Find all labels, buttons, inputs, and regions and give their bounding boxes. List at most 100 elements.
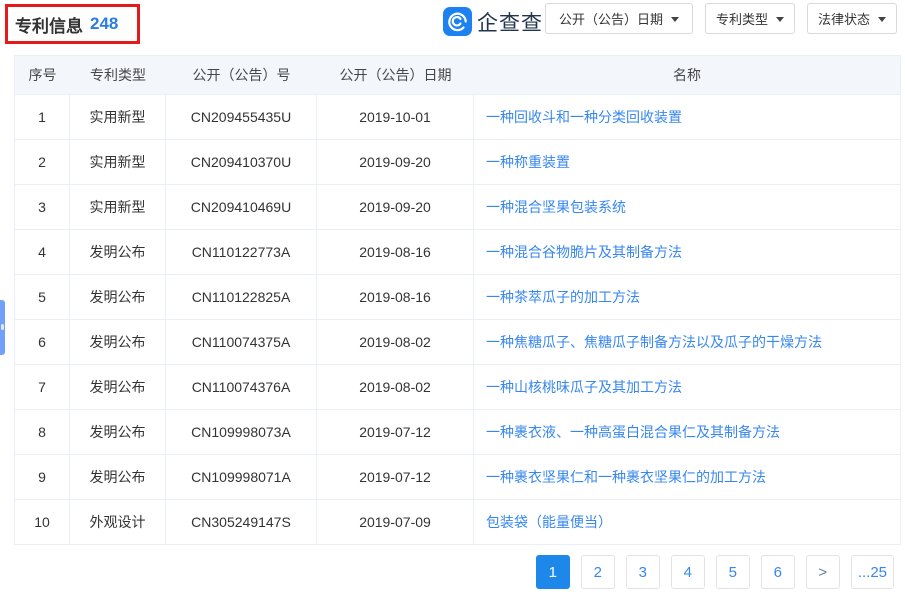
patent-type-cell: 实用新型 [70,185,166,229]
pub-date-cell: 2019-10-01 [317,95,474,139]
patent-type-cell: 发明公布 [70,410,166,454]
table-row: 3 实用新型 CN209410469U 2019-09-20 一种混合坚果包装系… [15,185,900,230]
patent-name-cell: 一种焦糖瓜子、焦糖瓜子制备方法以及瓜子的干燥方法 [474,320,900,364]
patent-type-cell: 实用新型 [70,140,166,184]
chevron-down-icon [776,17,784,22]
patent-type-cell: 发明公布 [70,365,166,409]
table-body: 1 实用新型 CN209455435U 2019-10-01 一种回收斗和一种分… [15,95,900,544]
patent-name-link[interactable]: 一种裹衣坚果仁和一种裹衣坚果仁的加工方法 [486,467,766,487]
row-index-cell: 5 [15,275,70,319]
pub-date-cell: 2019-07-09 [317,500,474,544]
page-button[interactable]: 1 [536,555,570,589]
patent-name-cell: 包装袋（能量便当） [474,500,900,544]
row-index-cell: 1 [15,95,70,139]
chevron-down-icon [878,17,886,22]
patent-type-cell: 发明公布 [70,455,166,499]
table-row: 10 外观设计 CN305249147S 2019-07-09 包装袋（能量便当… [15,500,900,544]
table-row: 7 发明公布 CN110074376A 2019-08-02 一种山核桃味瓜子及… [15,365,900,410]
patent-table: 序号 专利类型 公开（公告）号 公开（公告）日期 名称 1 实用新型 CN209… [14,55,901,545]
filter-button-pub-date[interactable]: 公开（公告）日期 [545,3,693,34]
row-index-cell: 4 [15,230,70,274]
patent-name-link[interactable]: 一种焦糖瓜子、焦糖瓜子制备方法以及瓜子的干燥方法 [486,332,822,352]
side-panel-handle[interactable] [0,300,5,355]
column-header-patent-type: 专利类型 [70,65,166,85]
row-index-cell: 2 [15,140,70,184]
patent-name-cell: 一种混合谷物脆片及其制备方法 [474,230,900,274]
patent-count-badge: 248 [90,14,118,34]
page-button[interactable]: 5 [716,555,750,589]
page-title: 专利信息 [15,12,83,37]
filter-button-legal-status[interactable]: 法律状态 [807,3,897,34]
patent-name-cell: 一种茶萃瓜子的加工方法 [474,275,900,319]
chevron-down-icon [671,17,679,22]
patent-name-cell: 一种回收斗和一种分类回收装置 [474,95,900,139]
patent-name-link[interactable]: 一种混合坚果包装系统 [486,197,626,217]
page-button[interactable]: 2 [581,555,615,589]
row-index-cell: 9 [15,455,70,499]
patent-name-cell: 一种裹衣液、一种高蛋白混合果仁及其制备方法 [474,410,900,454]
row-index-cell: 3 [15,185,70,229]
pub-number-cell: CN110122773A [166,230,317,274]
patent-name-link[interactable]: 一种茶萃瓜子的加工方法 [486,287,640,307]
annotation-highlight-box: 专利信息 248 [5,4,140,44]
page-button[interactable]: ...25 [851,555,894,589]
table-row: 5 发明公布 CN110122825A 2019-08-16 一种茶萃瓜子的加工… [15,275,900,320]
patent-name-link[interactable]: 一种裹衣液、一种高蛋白混合果仁及其制备方法 [486,422,780,442]
pub-number-cell: CN109998071A [166,455,317,499]
row-index-cell: 10 [15,500,70,544]
table-row: 8 发明公布 CN109998073A 2019-07-12 一种裹衣液、一种高… [15,410,900,455]
patent-type-cell: 发明公布 [70,275,166,319]
page-button[interactable]: 4 [671,555,705,589]
filter-label: 公开（公告）日期 [559,9,663,28]
pub-number-cell: CN209410469U [166,185,317,229]
qichacha-logo[interactable]: 企查查 [443,7,543,36]
filter-label: 专利类型 [716,9,768,28]
table-row: 2 实用新型 CN209410370U 2019-09-20 一种称重装置 [15,140,900,185]
column-header-name: 名称 [474,65,900,85]
patent-name-link[interactable]: 一种称重装置 [486,152,570,172]
pub-date-cell: 2019-08-02 [317,320,474,364]
patent-type-cell: 外观设计 [70,500,166,544]
patent-name-link[interactable]: 一种混合谷物脆片及其制备方法 [486,242,682,262]
page-button[interactable]: > [806,555,840,589]
pub-date-cell: 2019-08-16 [317,275,474,319]
row-index-cell: 8 [15,410,70,454]
table-header-row: 序号 专利类型 公开（公告）号 公开（公告）日期 名称 [15,56,900,95]
filter-button-patent-type[interactable]: 专利类型 [705,3,795,34]
row-index-cell: 7 [15,365,70,409]
patent-name-link[interactable]: 包装袋（能量便当） [486,512,612,532]
pub-number-cell: CN110074375A [166,320,317,364]
pub-number-cell: CN209410370U [166,140,317,184]
pub-number-cell: CN109998073A [166,410,317,454]
table-row: 9 发明公布 CN109998071A 2019-07-12 一种裹衣坚果仁和一… [15,455,900,500]
patent-name-cell: 一种裹衣坚果仁和一种裹衣坚果仁的加工方法 [474,455,900,499]
table-row: 4 发明公布 CN110122773A 2019-08-16 一种混合谷物脆片及… [15,230,900,275]
pub-date-cell: 2019-09-20 [317,140,474,184]
patent-name-link[interactable]: 一种山核桃味瓜子及其加工方法 [486,377,682,397]
pub-date-cell: 2019-08-16 [317,230,474,274]
pub-date-cell: 2019-09-20 [317,185,474,229]
filter-label: 法律状态 [818,9,870,28]
column-header-pub-date: 公开（公告）日期 [317,65,474,85]
pub-date-cell: 2019-08-02 [317,365,474,409]
patent-type-cell: 发明公布 [70,320,166,364]
page-button[interactable]: 3 [626,555,660,589]
column-header-pub-number: 公开（公告）号 [166,65,317,85]
pub-number-cell: CN209455435U [166,95,317,139]
patent-type-cell: 发明公布 [70,230,166,274]
patent-type-cell: 实用新型 [70,95,166,139]
column-header-index: 序号 [15,65,70,85]
patent-name-link[interactable]: 一种回收斗和一种分类回收装置 [486,107,682,127]
qichacha-logo-icon [443,7,472,36]
row-index-cell: 6 [15,320,70,364]
brand-name: 企查查 [477,7,543,37]
pub-number-cell: CN110074376A [166,365,317,409]
pub-date-cell: 2019-07-12 [317,410,474,454]
patent-name-cell: 一种混合坚果包装系统 [474,185,900,229]
pub-date-cell: 2019-07-12 [317,455,474,499]
pub-number-cell: CN305249147S [166,500,317,544]
table-row: 6 发明公布 CN110074375A 2019-08-02 一种焦糖瓜子、焦糖… [15,320,900,365]
page-button[interactable]: 6 [761,555,795,589]
patent-name-cell: 一种称重装置 [474,140,900,184]
pub-number-cell: CN110122825A [166,275,317,319]
